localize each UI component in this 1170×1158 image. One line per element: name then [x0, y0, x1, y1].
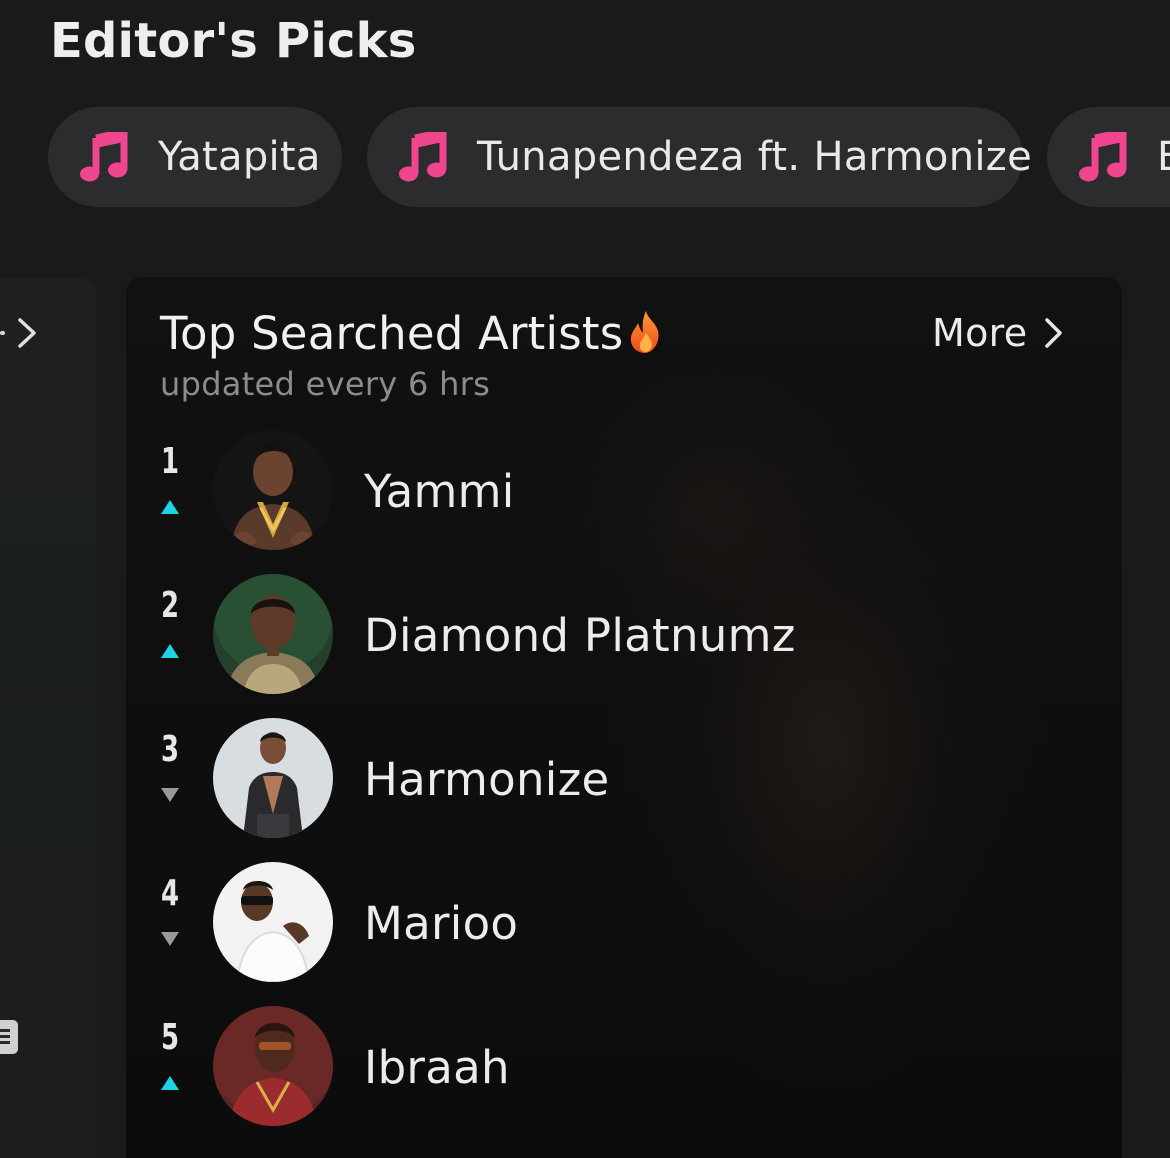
trend-up-icon — [161, 644, 179, 658]
trend-up-icon — [161, 1076, 179, 1090]
artist-name: Marioo — [364, 897, 519, 950]
artist-row[interactable]: 1 Yammi — [126, 430, 1122, 554]
rank-number: 5 — [160, 1017, 180, 1058]
chip-yatapita[interactable]: Yatapita — [48, 107, 342, 207]
chip-tunapendeza[interactable]: Tunapendeza ft. Harmonize — [367, 107, 1032, 207]
artist-row[interactable]: 3 Harmonize — [126, 718, 1122, 842]
card-title: Top Searched Artists — [160, 307, 624, 360]
music-note-icon — [399, 132, 447, 182]
chip-partial[interactable]: B — [1047, 107, 1170, 207]
artist-avatar — [213, 1006, 333, 1126]
trend-down-icon — [161, 788, 179, 802]
editors-picks-chips: Yatapita Tunapendeza ft. Harmonize — [0, 107, 1170, 207]
more-link[interactable]: More — [932, 307, 1065, 359]
artist-avatar — [213, 430, 333, 550]
rank-number: 2 — [160, 585, 180, 626]
chevron-right-icon[interactable] — [12, 316, 40, 350]
trend-up-icon — [161, 500, 179, 514]
artist-name: Yammi — [364, 465, 515, 518]
chip-label: B — [1157, 134, 1170, 180]
music-note-icon — [80, 132, 128, 182]
artist-row[interactable]: 5 Ibraah — [126, 1006, 1122, 1130]
rank-number: 4 — [160, 873, 180, 914]
artist-avatar — [213, 862, 333, 982]
section-title: Editor's Picks — [50, 13, 417, 69]
chip-label: Tunapendeza ft. Harmonize — [477, 134, 1032, 180]
trend-down-icon — [161, 932, 179, 946]
fire-icon — [630, 311, 659, 353]
music-note-icon — [1079, 132, 1127, 182]
chevron-right-icon — [1045, 318, 1063, 348]
list-icon — [0, 1020, 18, 1054]
top-searched-artists-card: Top Searched Artists updated every 6 hrs… — [126, 277, 1122, 1158]
artist-avatar — [213, 718, 333, 838]
rank-number: 1 — [160, 441, 180, 482]
more-label: More — [932, 311, 1028, 355]
artist-name: Ibraah — [364, 1041, 510, 1094]
chip-label: Yatapita — [158, 134, 321, 180]
artist-avatar — [213, 574, 333, 694]
artist-name: Diamond Platnumz — [364, 609, 796, 662]
artist-row[interactable]: 4 Marioo — [126, 862, 1122, 986]
app-page: Editor's Picks Yatapita Tunapendeza ft. … — [0, 0, 1170, 1158]
artist-name: Harmonize — [364, 753, 610, 806]
card-subtitle: updated every 6 hrs — [160, 365, 491, 403]
previous-card-dash — [0, 331, 5, 335]
rank-number: 3 — [160, 729, 180, 770]
artist-row[interactable]: 2 Diamond Platnumz — [126, 574, 1122, 698]
